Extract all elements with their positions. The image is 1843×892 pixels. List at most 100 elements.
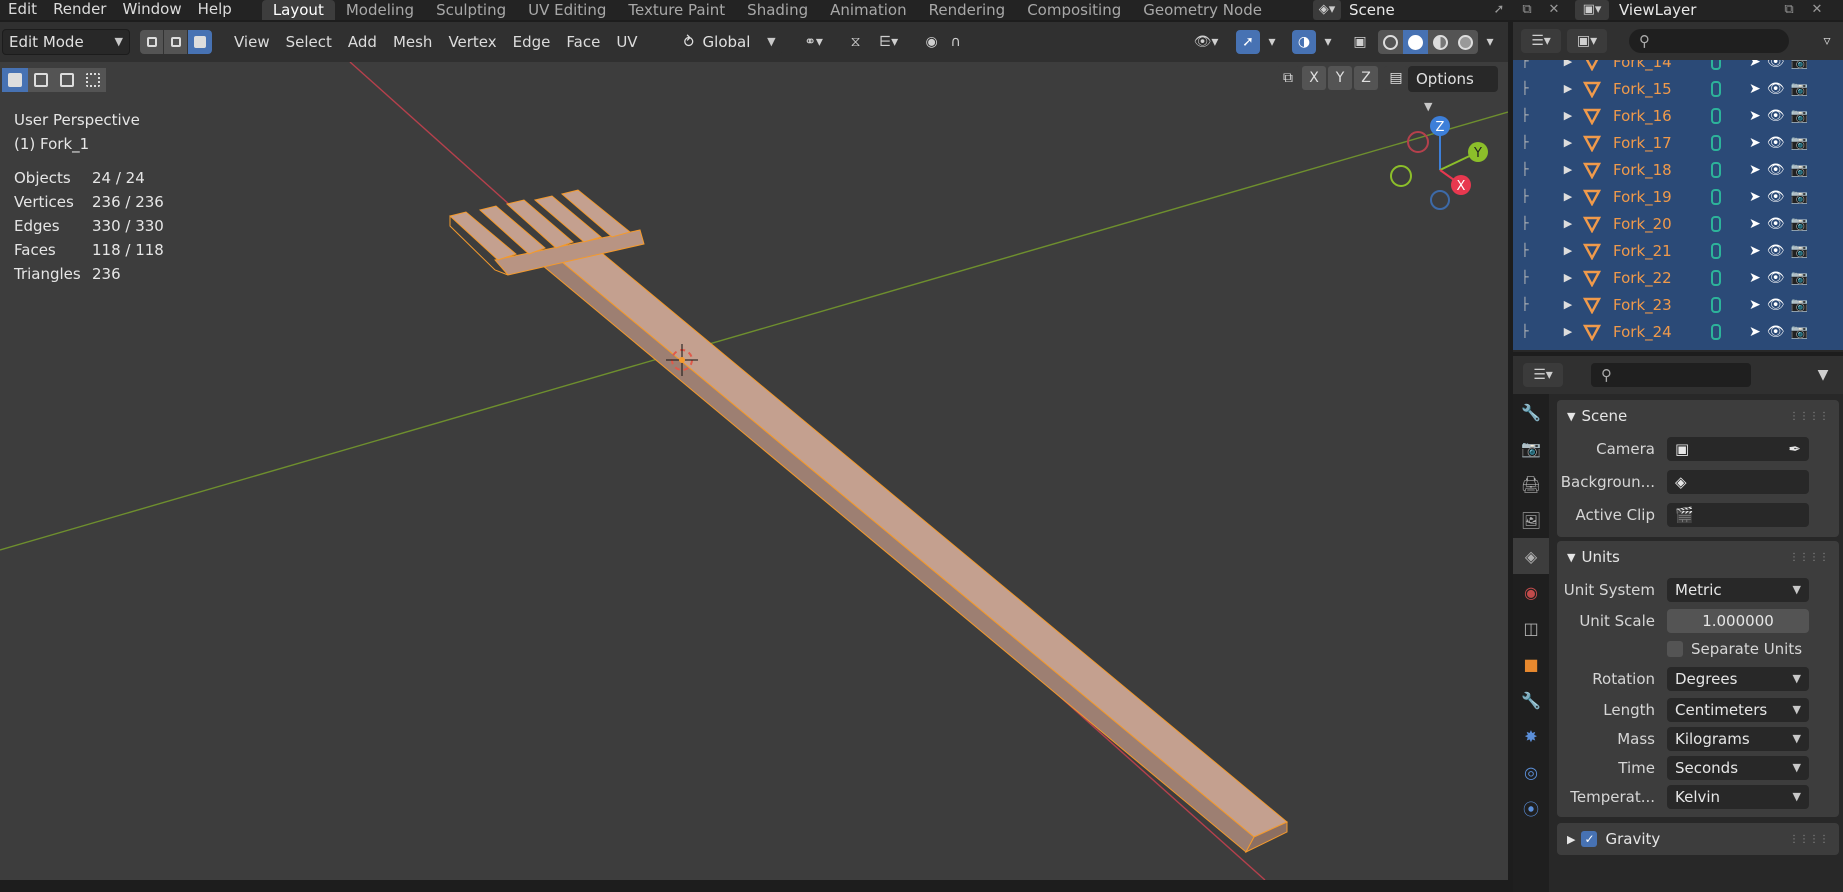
tab-uv-editing[interactable]: UV Editing [517, 0, 617, 20]
gizmo-toggle-icon[interactable]: ➚ [1236, 30, 1260, 54]
tab-geometry-nodes[interactable]: Geometry Node [1132, 0, 1273, 20]
options-dropdown[interactable]: Options ▼ [1408, 66, 1498, 113]
outliner-row[interactable]: ├ ▶ Fork_17 ➤ 👁 📷 [1513, 129, 1843, 156]
scene-tab-icon[interactable]: ◈ [1513, 538, 1549, 574]
temperature-dropdown[interactable]: Kelvin ▼ [1667, 784, 1809, 809]
active-clip-field[interactable]: 🎬 [1667, 502, 1809, 527]
object-name[interactable]: Fork_24 [1613, 323, 1709, 341]
time-dropdown[interactable]: Seconds ▼ [1667, 755, 1809, 780]
vertex-select-button[interactable] [140, 30, 164, 54]
menu-vertex[interactable]: Vertex [440, 33, 504, 51]
select-toggle-icon[interactable]: ➤ [1749, 135, 1761, 151]
outliner-search-input[interactable]: ⚲ [1629, 29, 1789, 53]
eye-icon[interactable]: 👁 [1767, 81, 1785, 97]
subtract-selection-icon[interactable] [54, 68, 80, 92]
menu-mesh[interactable]: Mesh [385, 33, 441, 51]
outliner-row[interactable]: ├ ▶ Fork_19 ➤ 👁 📷 [1513, 183, 1843, 210]
camera-render-icon[interactable]: 📷 [1791, 81, 1808, 97]
select-toggle-icon[interactable]: ➤ [1749, 189, 1761, 205]
menu-select[interactable]: Select [278, 33, 340, 51]
snap-target-dropdown[interactable]: ⋿▾ [868, 30, 910, 54]
eye-icon[interactable]: 👁 [1767, 60, 1785, 70]
pivot-point-dropdown[interactable]: ⚭▾ [794, 30, 834, 54]
tab-animation[interactable]: Animation [819, 0, 917, 20]
outliner-row[interactable]: ├ ▶ Fork_24 ➤ 👁 📷 [1513, 318, 1843, 345]
object-name[interactable]: Fork_15 [1613, 80, 1709, 98]
material-shading-icon[interactable] [1428, 30, 1453, 54]
drag-handle-icon[interactable]: ⋮⋮⋮⋮ [1789, 552, 1829, 563]
close-icon[interactable]: ✕ [1543, 0, 1565, 20]
select-toggle-icon[interactable]: ➤ [1749, 324, 1761, 340]
menu-add[interactable]: Add [340, 33, 385, 51]
camera-render-icon[interactable]: 📷 [1791, 60, 1808, 70]
auto-merge-icon[interactable]: ▤ [1384, 66, 1408, 90]
camera-render-icon[interactable]: 📷 [1791, 135, 1808, 151]
edge-select-button[interactable] [164, 30, 188, 54]
eye-icon[interactable]: 👁 [1767, 324, 1785, 340]
drag-handle-icon[interactable]: ⋮⋮⋮⋮ [1789, 411, 1829, 422]
new-view-layer-icon[interactable]: ⧉ [1778, 0, 1800, 20]
eye-icon[interactable]: 👁 [1767, 297, 1785, 313]
tab-modeling[interactable]: Modeling [335, 0, 425, 20]
close-view-layer-icon[interactable]: ✕ [1806, 0, 1828, 20]
eye-icon[interactable]: 👁 [1767, 189, 1785, 205]
menu-edge[interactable]: Edge [505, 33, 559, 51]
tab-layout[interactable]: Layout [261, 0, 335, 20]
mirror-x-button[interactable]: X [1302, 66, 1326, 90]
select-toggle-icon[interactable]: ➤ [1749, 243, 1761, 259]
view-layer-tab-icon[interactable]: 🖼 [1513, 502, 1549, 538]
camera-render-icon[interactable]: 📷 [1791, 189, 1808, 205]
menu-help[interactable]: Help [190, 0, 240, 20]
select-toggle-icon[interactable]: ➤ [1749, 60, 1761, 70]
object-name[interactable]: Fork_19 [1613, 188, 1709, 206]
expand-arrow-icon[interactable]: ▶ [1559, 136, 1577, 149]
mass-dropdown[interactable]: Kilograms ▼ [1667, 726, 1809, 751]
gravity-checkbox[interactable]: ✓ [1581, 831, 1598, 847]
constraints-tab-icon[interactable]: ⦿ [1513, 790, 1549, 826]
eye-icon[interactable]: 👁 [1767, 135, 1785, 151]
intersect-selection-icon[interactable] [80, 68, 106, 92]
menu-render[interactable]: Render [45, 0, 114, 20]
transform-orientation-dropdown[interactable]: ⥁ Global ▼ [677, 29, 782, 55]
world-tab-icon[interactable]: ◉ [1513, 574, 1549, 610]
display-mode-icon[interactable]: ▣▾ [1567, 29, 1607, 53]
editor-type-icon[interactable]: ☰▾ [1521, 29, 1561, 53]
new-scene-icon[interactable]: ⧉ [1516, 0, 1538, 20]
visibility-dropdown[interactable]: 👁▾ [1184, 30, 1228, 54]
object-tab-icon[interactable]: ■ [1513, 646, 1549, 682]
tab-compositing[interactable]: Compositing [1016, 0, 1132, 20]
overlay-toggle-icon[interactable]: ◑ [1292, 30, 1316, 54]
gizmo-dropdown-icon[interactable]: ▾ [1260, 30, 1284, 54]
camera-render-icon[interactable]: 📷 [1791, 243, 1808, 259]
mirror-y-button[interactable]: Y [1328, 66, 1352, 90]
viewport-scene[interactable]: Z Y X [0, 22, 1508, 880]
solid-shading-icon[interactable] [1403, 30, 1428, 54]
unit-scale-field[interactable]: 1.000000 [1667, 608, 1809, 633]
view-layer-selector[interactable]: ▣▾ ViewLayer [1575, 0, 1843, 20]
object-name[interactable]: Fork_14 [1613, 60, 1709, 71]
chevron-down-icon[interactable]: ▼ [1811, 363, 1835, 387]
falloff-icon[interactable]: ∩ [944, 30, 968, 54]
camera-render-icon[interactable]: 📷 [1791, 297, 1808, 313]
select-toggle-icon[interactable]: ➤ [1749, 81, 1761, 97]
outliner-row[interactable]: ├ ▶ Fork_23 ➤ 👁 📷 [1513, 291, 1843, 318]
tab-shading[interactable]: Shading [736, 0, 819, 20]
menu-view[interactable]: View [226, 33, 278, 51]
menu-window[interactable]: Window [114, 0, 189, 20]
menu-edit[interactable]: Edit [0, 0, 45, 20]
snap-toggle-icon[interactable]: ⧖ [844, 30, 868, 54]
wireframe-shading-icon[interactable] [1378, 30, 1403, 54]
object-name[interactable]: Fork_22 [1613, 269, 1709, 287]
outliner-scrollbar[interactable] [1835, 60, 1843, 350]
expand-arrow-icon[interactable]: ▶ [1559, 217, 1577, 230]
render-tab-icon[interactable]: 📷 [1513, 430, 1549, 466]
outliner-row[interactable]: ├ ▶ Fork_14 ➤ 👁 📷 [1513, 60, 1843, 75]
background-field[interactable]: ◈ [1667, 469, 1809, 494]
eye-icon[interactable]: 👁 [1767, 216, 1785, 232]
select-toggle-icon[interactable]: ➤ [1749, 162, 1761, 178]
extend-selection-icon[interactable] [28, 68, 54, 92]
expand-arrow-icon[interactable]: ▶ [1559, 163, 1577, 176]
gravity-panel-header[interactable]: ▶ ✓ Gravity ⋮⋮⋮⋮ [1557, 823, 1839, 855]
filter-icon[interactable]: ▿ [1815, 29, 1839, 53]
outliner-row[interactable]: ├ ▶ Fork_21 ➤ 👁 📷 [1513, 237, 1843, 264]
